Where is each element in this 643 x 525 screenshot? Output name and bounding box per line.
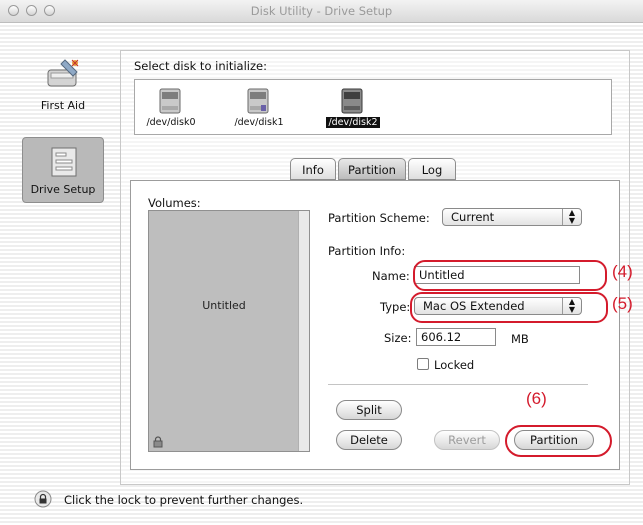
annotation-number-5: (5) xyxy=(612,294,633,313)
volume-name-label: Untitled xyxy=(202,299,246,312)
volumes-label: Volumes: xyxy=(148,196,201,210)
window-title: Disk Utility - Drive Setup xyxy=(250,4,393,18)
annotation-ring-type xyxy=(410,292,608,323)
partition-scheme-value: Current xyxy=(451,210,495,224)
sidebar-item-label: First Aid xyxy=(40,99,86,112)
annotation-ring-partition xyxy=(505,425,612,457)
annotation-number-6: (6) xyxy=(526,389,547,408)
partition-scheme-select[interactable]: Current ▲ ▼ xyxy=(442,208,582,226)
delete-button[interactable]: Delete xyxy=(336,430,402,450)
volume-map: Untitled xyxy=(148,210,310,452)
partition-size-field[interactable]: 606.12 xyxy=(416,328,496,346)
name-label: Name: xyxy=(372,269,410,283)
footer-lock-icon[interactable] xyxy=(34,490,52,508)
lock-icon[interactable] xyxy=(153,436,163,448)
disk-utility-window: Disk Utility - Drive Setup First Aid Dri… xyxy=(0,0,643,525)
tab-info[interactable]: Info xyxy=(290,158,336,180)
partition-info-label: Partition Info: xyxy=(328,244,406,258)
tab-partition[interactable]: Partition xyxy=(338,158,406,180)
disk-list: /dev/disk0 /dev/disk1 /dev/disk2 xyxy=(134,79,612,135)
select-disk-prompt: Select disk to initialize: xyxy=(134,59,267,73)
hard-disk-icon xyxy=(247,88,269,114)
hard-disk-icon xyxy=(341,88,363,114)
disk-item-disk1[interactable]: /dev/disk1 xyxy=(229,88,289,132)
disk-label: /dev/disk1 xyxy=(234,117,284,128)
size-label: Size: xyxy=(384,331,412,345)
disk-item-disk2[interactable]: /dev/disk2 xyxy=(323,88,383,132)
disk-item-disk0[interactable]: /dev/disk0 xyxy=(141,88,201,132)
sidebar-item-label: Drive Setup xyxy=(30,183,96,196)
size-unit-label: MB xyxy=(511,332,529,346)
sidebar-item-drive-setup[interactable]: Drive Setup xyxy=(22,137,104,203)
lock-message: Click the lock to prevent further change… xyxy=(64,493,304,507)
split-button[interactable]: Split xyxy=(336,400,402,420)
volume-scrollbar[interactable] xyxy=(298,211,309,451)
hard-disk-icon xyxy=(159,88,181,114)
disk-label: /dev/disk0 xyxy=(146,117,196,128)
tab-log[interactable]: Log xyxy=(408,158,456,180)
separator xyxy=(328,384,588,385)
annotation-ring-name xyxy=(413,260,607,291)
sidebar-item-first-aid[interactable]: First Aid xyxy=(22,52,104,118)
popup-arrows-icon: ▲ ▼ xyxy=(562,209,581,225)
volume-partition[interactable]: Untitled xyxy=(149,211,299,451)
title-bar: Disk Utility - Drive Setup xyxy=(0,0,643,23)
drive-setup-icon xyxy=(51,147,77,177)
partition-scheme-label: Partition Scheme: xyxy=(328,211,430,225)
locked-checkbox[interactable] xyxy=(417,358,429,370)
annotation-number-4: (4) xyxy=(612,262,633,281)
locked-label: Locked xyxy=(434,358,475,372)
first-aid-icon xyxy=(47,59,79,87)
revert-button[interactable]: Revert xyxy=(434,430,500,450)
type-label: Type: xyxy=(380,300,411,314)
disk-label: /dev/disk2 xyxy=(326,117,380,128)
